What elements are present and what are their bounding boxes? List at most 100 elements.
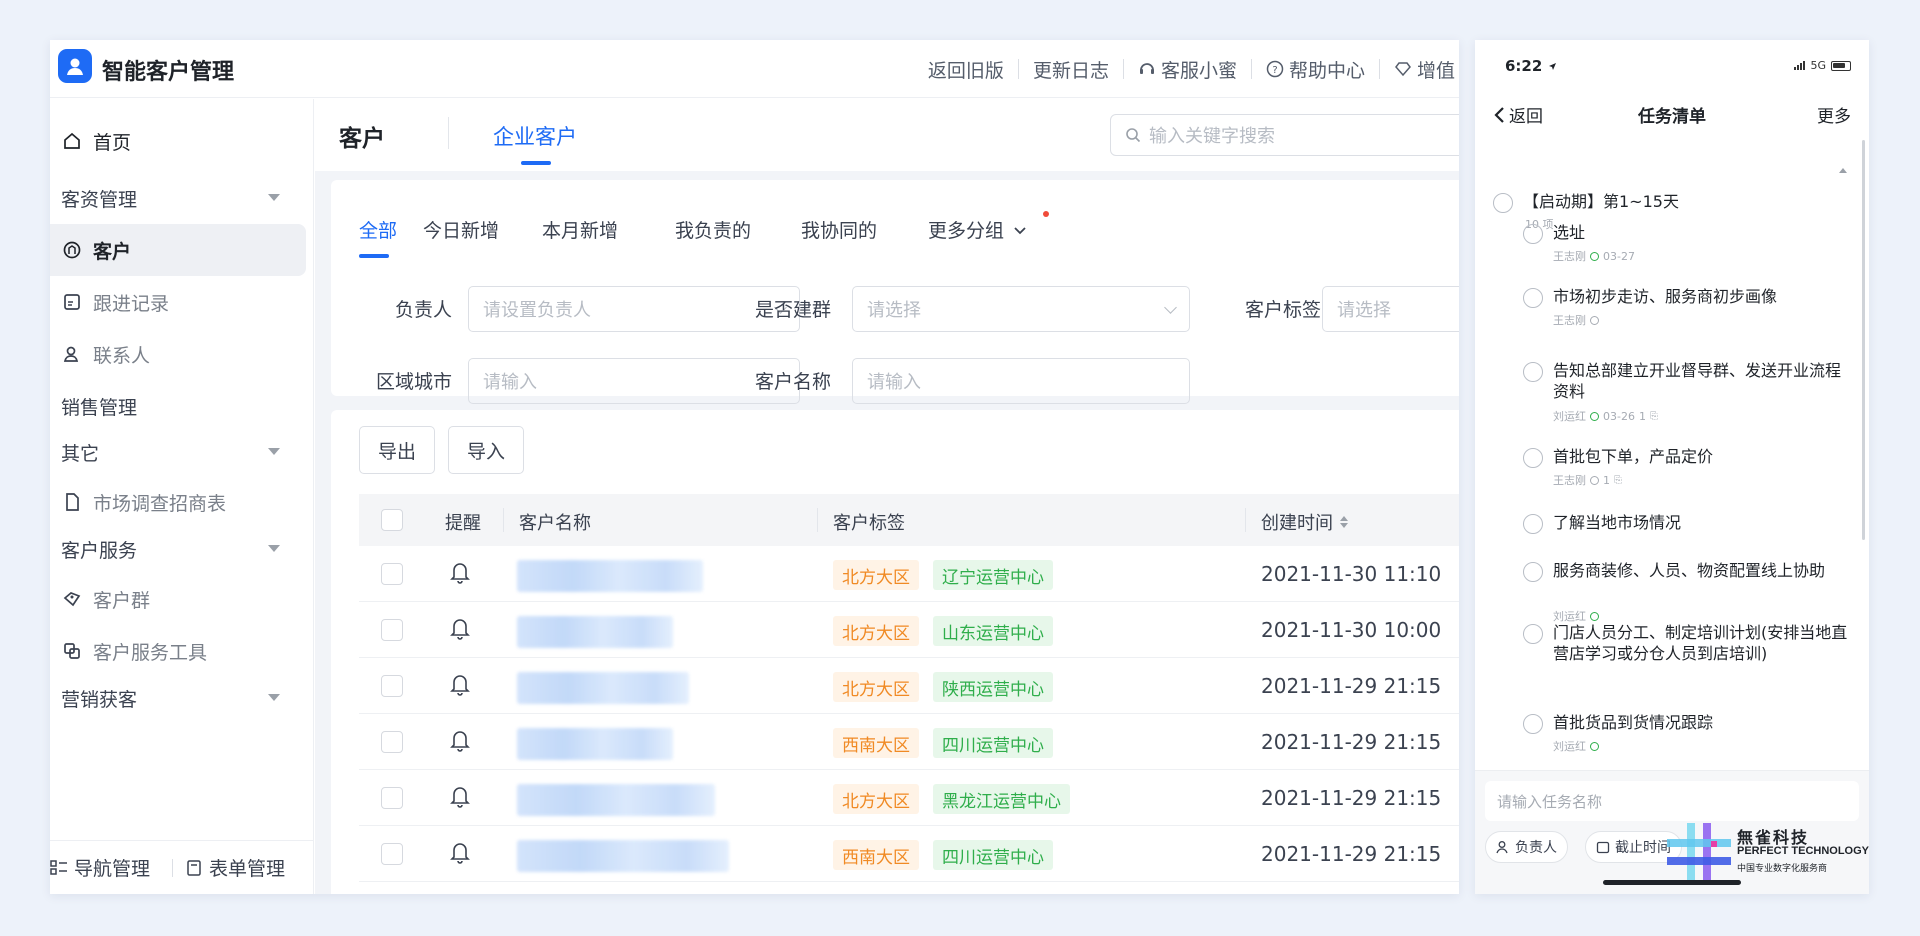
sidebar-group-other[interactable]: 其它 <box>50 426 306 478</box>
task-checkbox[interactable] <box>1523 448 1543 468</box>
task-checkbox[interactable] <box>1523 288 1543 308</box>
bell-icon[interactable] <box>449 616 471 644</box>
search-input[interactable]: 输入关键字搜索 <box>1110 114 1459 156</box>
top-links: 返回旧版 更新日志 客服小蜜 ? 帮助中心 增值 <box>914 40 1459 98</box>
sidebar-item-customer-groups[interactable]: 客户群 <box>50 573 306 625</box>
sidebar-item-service-tools[interactable]: 客户服务工具 <box>50 625 306 677</box>
customer-name-input[interactable]: 请输入 <box>852 358 1190 404</box>
task-checkbox[interactable] <box>1523 714 1543 734</box>
task-list: 【启动期】第1~15天 10 项 选址 王志刚 03-27 市场初步走访、服务商初步画… <box>1475 140 1869 770</box>
customer-name-redacted[interactable] <box>517 728 673 760</box>
chevron-up-icon[interactable] <box>1839 168 1847 173</box>
table-row[interactable]: 西南大区 四川运营中心 2021-11-29 21:15 <box>359 714 1459 770</box>
task-meta: 王志刚 03-27 <box>1553 249 1635 264</box>
bell-icon[interactable] <box>449 840 471 868</box>
task-checkbox[interactable] <box>1523 362 1543 382</box>
row-checkbox[interactable] <box>381 563 403 585</box>
filter-tab-all[interactable]: 全部 <box>359 216 397 243</box>
filter-tab-this-month[interactable]: 本月新增 <box>542 216 618 243</box>
sidebar-group-customer-resources[interactable]: 客资管理 <box>50 172 306 224</box>
customer-service-link[interactable]: 客服小蜜 <box>1124 56 1251 83</box>
customer-name-redacted[interactable] <box>517 616 673 648</box>
customer-name-redacted[interactable] <box>517 840 729 872</box>
group-created-select[interactable]: 请选择 <box>852 286 1190 332</box>
import-button[interactable]: 导入 <box>448 426 524 474</box>
task-title[interactable]: 服务商装修、人员、物资配置线上协助 <box>1553 560 1853 581</box>
task-title[interactable]: 首批货品到货情况跟踪 <box>1553 712 1853 733</box>
nav-management-button[interactable]: 导航管理 <box>50 854 160 881</box>
table-row[interactable]: 北方大区 陕西运营中心 2021-11-29 21:15 <box>359 658 1459 714</box>
task-title[interactable]: 市场初步走访、服务商初步画像 <box>1553 286 1853 307</box>
task-checkbox[interactable] <box>1523 514 1543 534</box>
value-added-link[interactable]: 增值 <box>1380 56 1459 83</box>
chevron-down-icon <box>268 448 280 455</box>
task-composer: 请输入任务名称 负责人 截止时间 無雀科技 PERFECT TECHNOLOGY… <box>1475 770 1869 894</box>
tab-enterprise-customers[interactable]: 企业客户 <box>493 121 577 151</box>
customer-tag-select[interactable]: 请选择 <box>1322 286 1459 332</box>
task-title[interactable]: 告知总部建立开业督导群、发送开业流程资料 <box>1553 360 1853 402</box>
created-time: 2021-11-29 21:15 <box>1261 786 1442 810</box>
customer-name-redacted[interactable] <box>517 784 715 816</box>
return-old-version-link[interactable]: 返回旧版 <box>914 56 1018 83</box>
edit-record-icon <box>61 291 83 313</box>
region-tag: 北方大区 <box>833 672 919 702</box>
bell-icon[interactable] <box>449 728 471 756</box>
form-management-button[interactable]: 表单管理 <box>185 854 295 881</box>
center-tag: 黑龙江运营中心 <box>933 784 1070 814</box>
home-icon <box>61 130 83 152</box>
notification-dot <box>1043 211 1049 217</box>
task-meta: 刘运红 03-26 1 ⎘ <box>1553 409 1658 424</box>
sidebar-item-home[interactable]: 首页 <box>50 115 306 167</box>
sidebar-item-follow-up[interactable]: 跟进记录 <box>50 276 306 328</box>
row-checkbox[interactable] <box>381 675 403 697</box>
task-title[interactable]: 门店人员分工、制定培训计划(安排当地直营店学习或分仓人员到店培训) <box>1553 622 1853 664</box>
help-center-link[interactable]: ? 帮助中心 <box>1252 56 1379 83</box>
filter-tab-mine[interactable]: 我负责的 <box>675 216 751 243</box>
table-row[interactable]: 北方大区 辽宁运营中心 2021-11-30 11:10 <box>359 546 1459 602</box>
row-checkbox[interactable] <box>381 619 403 641</box>
export-button[interactable]: 导出 <box>359 426 435 474</box>
scrollbar[interactable] <box>1862 140 1865 540</box>
sidebar-group-sales[interactable]: 销售管理 <box>50 380 306 432</box>
region-tag: 北方大区 <box>833 784 919 814</box>
sidebar-bottom: 导航管理 表单管理 <box>50 840 314 894</box>
filter-tab-more-groups[interactable]: 更多分组 <box>928 216 1028 243</box>
customer-name-redacted[interactable] <box>517 672 689 704</box>
bell-icon[interactable] <box>449 560 471 588</box>
changelog-link[interactable]: 更新日志 <box>1019 56 1123 83</box>
task-checkbox[interactable] <box>1523 562 1543 582</box>
table-row[interactable]: 北方大区 山东运营中心 2021-11-30 10:00 <box>359 602 1459 658</box>
more-button[interactable]: 更多 <box>1817 102 1851 127</box>
region-tag: 西南大区 <box>833 728 919 758</box>
table-row[interactable]: 西南大区 四川运营中心 2021-11-29 21:15 <box>359 826 1459 882</box>
section-checkbox[interactable] <box>1493 193 1513 213</box>
filter-tab-collaborating[interactable]: 我协同的 <box>801 216 877 243</box>
task-name-input[interactable]: 请输入任务名称 <box>1485 781 1859 821</box>
task-checkbox[interactable] <box>1523 224 1543 244</box>
sidebar-item-market-survey[interactable]: 市场调查招商表 <box>50 476 306 528</box>
active-tab-indicator <box>521 161 551 165</box>
sidebar-group-customer-service[interactable]: 客户服务 <box>50 523 306 575</box>
bell-icon[interactable] <box>449 672 471 700</box>
task-meta: 王志刚 1 ⎘ <box>1553 473 1622 488</box>
task-title[interactable]: 了解当地市场情况 <box>1553 512 1853 533</box>
task-title[interactable]: 选址 <box>1553 222 1853 243</box>
home-indicator[interactable] <box>1603 880 1741 885</box>
bell-icon[interactable] <box>449 784 471 812</box>
col-created-time[interactable]: 创建时间 <box>1261 509 1349 535</box>
select-all-checkbox[interactable] <box>381 509 403 531</box>
row-checkbox[interactable] <box>381 731 403 753</box>
customer-name-redacted[interactable] <box>517 560 703 592</box>
sidebar-item-customers[interactable]: 客户 <box>50 224 306 276</box>
sidebar-item-contacts[interactable]: 联系人 <box>50 328 306 380</box>
owner-chip[interactable]: 负责人 <box>1485 831 1568 863</box>
task-checkbox[interactable] <box>1523 624 1543 644</box>
sidebar-group-marketing[interactable]: 营销获客 <box>50 672 306 724</box>
section-title[interactable]: 【启动期】第1~15天 <box>1523 191 1679 212</box>
task-title[interactable]: 首批包下单，产品定价 <box>1553 446 1853 467</box>
table-row[interactable]: 北方大区 黑龙江运营中心 2021-11-29 21:15 <box>359 770 1459 826</box>
main-content: 客户 企业客户 输入关键字搜索 全部 今日新增 本月新增 我负责的 我协同的 更… <box>315 99 1459 894</box>
filter-tab-today[interactable]: 今日新增 <box>423 216 499 243</box>
row-checkbox[interactable] <box>381 843 403 865</box>
row-checkbox[interactable] <box>381 787 403 809</box>
